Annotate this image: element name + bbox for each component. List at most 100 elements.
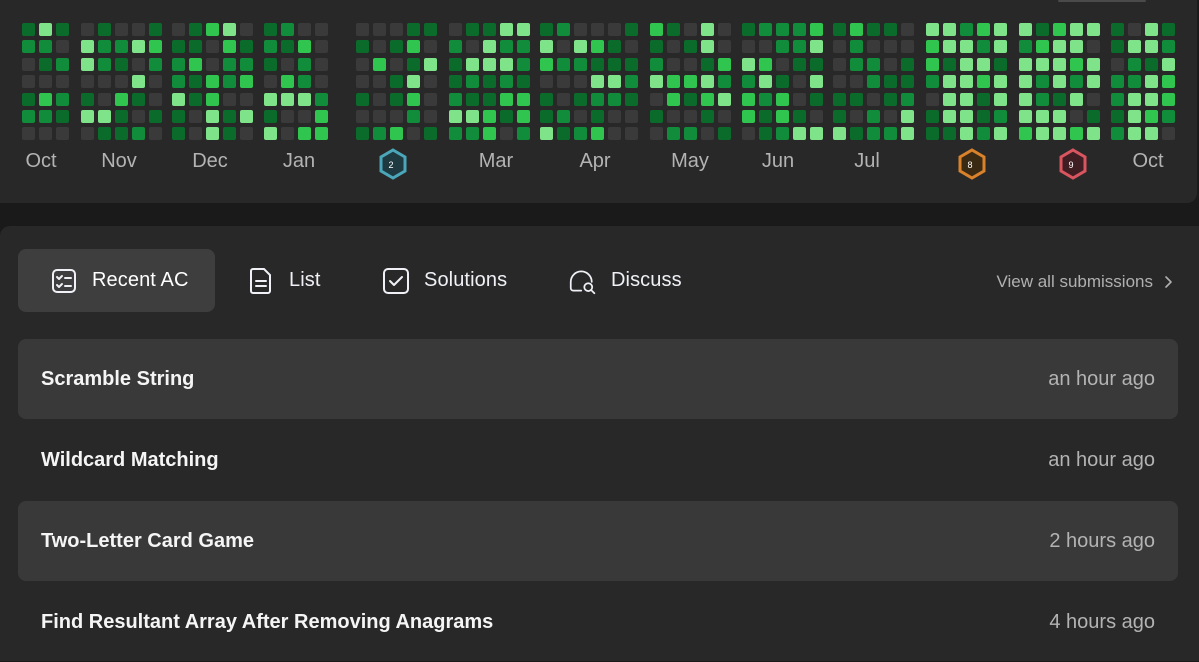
- heatmap-cell[interactable]: [39, 110, 52, 123]
- heatmap-cell[interactable]: [810, 40, 823, 53]
- heatmap-cell[interactable]: [22, 23, 35, 36]
- heatmap-cell[interactable]: [81, 23, 94, 36]
- heatmap-cell[interactable]: [449, 93, 462, 106]
- heatmap-cell[interactable]: [557, 23, 570, 36]
- heatmap-cell[interactable]: [1128, 127, 1141, 140]
- heatmap-cell[interactable]: [540, 58, 553, 71]
- heatmap-cell[interactable]: [206, 110, 219, 123]
- heatmap-cell[interactable]: [56, 110, 69, 123]
- heatmap-cell[interactable]: [449, 23, 462, 36]
- heatmap-cell[interactable]: [240, 75, 253, 88]
- heatmap-cell[interactable]: [281, 23, 294, 36]
- heatmap-cell[interactable]: [884, 40, 897, 53]
- heatmap-cell[interactable]: [884, 58, 897, 71]
- heatmap-cell[interactable]: [373, 110, 386, 123]
- heatmap-cell[interactable]: [667, 40, 680, 53]
- heatmap-cell[interactable]: [1128, 23, 1141, 36]
- heatmap-cell[interactable]: [264, 40, 277, 53]
- heatmap-cell[interactable]: [943, 23, 956, 36]
- heatmap-cell[interactable]: [81, 110, 94, 123]
- heatmap-cell[interactable]: [901, 23, 914, 36]
- heatmap-cell[interactable]: [356, 93, 369, 106]
- heatmap-cell[interactable]: [407, 93, 420, 106]
- heatmap-cell[interactable]: [701, 127, 714, 140]
- heatmap-cell[interactable]: [1087, 58, 1100, 71]
- heatmap-cell[interactable]: [356, 58, 369, 71]
- heatmap-cell[interactable]: [298, 58, 311, 71]
- heatmap-cell[interactable]: [667, 23, 680, 36]
- heatmap-cell[interactable]: [776, 93, 789, 106]
- heatmap-cell[interactable]: [223, 110, 236, 123]
- heatmap-cell[interactable]: [901, 93, 914, 106]
- heatmap-cell[interactable]: [466, 110, 479, 123]
- heatmap-cell[interactable]: [1070, 40, 1083, 53]
- heatmap-cell[interactable]: [742, 75, 755, 88]
- heatmap-cell[interactable]: [810, 58, 823, 71]
- heatmap-cell[interactable]: [977, 127, 990, 140]
- heatmap-cell[interactable]: [407, 23, 420, 36]
- heatmap-cell[interactable]: [483, 23, 496, 36]
- heatmap-cell[interactable]: [1111, 75, 1124, 88]
- heatmap-cell[interactable]: [223, 23, 236, 36]
- submission-row[interactable]: Find Resultant Array After Removing Anag…: [18, 582, 1178, 662]
- heatmap-cell[interactable]: [1053, 40, 1066, 53]
- heatmap-cell[interactable]: [132, 93, 145, 106]
- view-all-submissions-link[interactable]: View all submissions: [996, 270, 1175, 294]
- problem-title[interactable]: Scramble String: [41, 368, 194, 391]
- heatmap-cell[interactable]: [776, 110, 789, 123]
- heatmap-cell[interactable]: [850, 110, 863, 123]
- heatmap-cell[interactable]: [1087, 110, 1100, 123]
- heatmap-cell[interactable]: [240, 58, 253, 71]
- heatmap-cell[interactable]: [240, 40, 253, 53]
- heatmap-cell[interactable]: [424, 127, 437, 140]
- heatmap-cell[interactable]: [1128, 110, 1141, 123]
- heatmap-cell[interactable]: [407, 75, 420, 88]
- heatmap-cell[interactable]: [742, 23, 755, 36]
- heatmap-cell[interactable]: [943, 110, 956, 123]
- heatmap-cell[interactable]: [884, 23, 897, 36]
- heatmap-cell[interactable]: [759, 127, 772, 140]
- heatmap-cell[interactable]: [1162, 127, 1175, 140]
- heatmap-cell[interactable]: [115, 127, 128, 140]
- heatmap-cell[interactable]: [39, 75, 52, 88]
- heatmap-cell[interactable]: [540, 93, 553, 106]
- heatmap-cell[interactable]: [943, 40, 956, 53]
- heatmap-cell[interactable]: [1145, 93, 1158, 106]
- heatmap-cell[interactable]: [650, 110, 663, 123]
- heatmap-cell[interactable]: [407, 58, 420, 71]
- heatmap-cell[interactable]: [1162, 93, 1175, 106]
- heatmap-cell[interactable]: [1070, 127, 1083, 140]
- heatmap-cell[interactable]: [132, 110, 145, 123]
- heatmap-cell[interactable]: [718, 75, 731, 88]
- heatmap-cell[interactable]: [149, 110, 162, 123]
- heatmap-cell[interactable]: [449, 127, 462, 140]
- heatmap-cell[interactable]: [115, 110, 128, 123]
- tab-list[interactable]: List: [247, 249, 347, 312]
- heatmap-cell[interactable]: [926, 127, 939, 140]
- heatmap-cell[interactable]: [867, 127, 880, 140]
- heatmap-cell[interactable]: [500, 93, 513, 106]
- heatmap-cell[interactable]: [1111, 127, 1124, 140]
- heatmap-cell[interactable]: [390, 58, 403, 71]
- heatmap-cell[interactable]: [867, 23, 880, 36]
- heatmap-cell[interactable]: [701, 75, 714, 88]
- heatmap-cell[interactable]: [132, 58, 145, 71]
- heatmap-cell[interactable]: [373, 58, 386, 71]
- heatmap-cell[interactable]: [390, 75, 403, 88]
- heatmap-cell[interactable]: [650, 58, 663, 71]
- heatmap-cell[interactable]: [994, 40, 1007, 53]
- heatmap-cell[interactable]: [240, 93, 253, 106]
- heatmap-cell[interactable]: [701, 58, 714, 71]
- heatmap-cell[interactable]: [684, 110, 697, 123]
- heatmap-cell[interactable]: [1111, 110, 1124, 123]
- heatmap-cell[interactable]: [517, 75, 530, 88]
- heatmap-cell[interactable]: [373, 40, 386, 53]
- heatmap-cell[interactable]: [977, 58, 990, 71]
- heatmap-cell[interactable]: [1145, 58, 1158, 71]
- heatmap-cell[interactable]: [206, 93, 219, 106]
- heatmap-cell[interactable]: [960, 93, 973, 106]
- heatmap-cell[interactable]: [718, 58, 731, 71]
- heatmap-cell[interactable]: [115, 23, 128, 36]
- heatmap-cell[interactable]: [759, 40, 772, 53]
- heatmap-cell[interactable]: [39, 58, 52, 71]
